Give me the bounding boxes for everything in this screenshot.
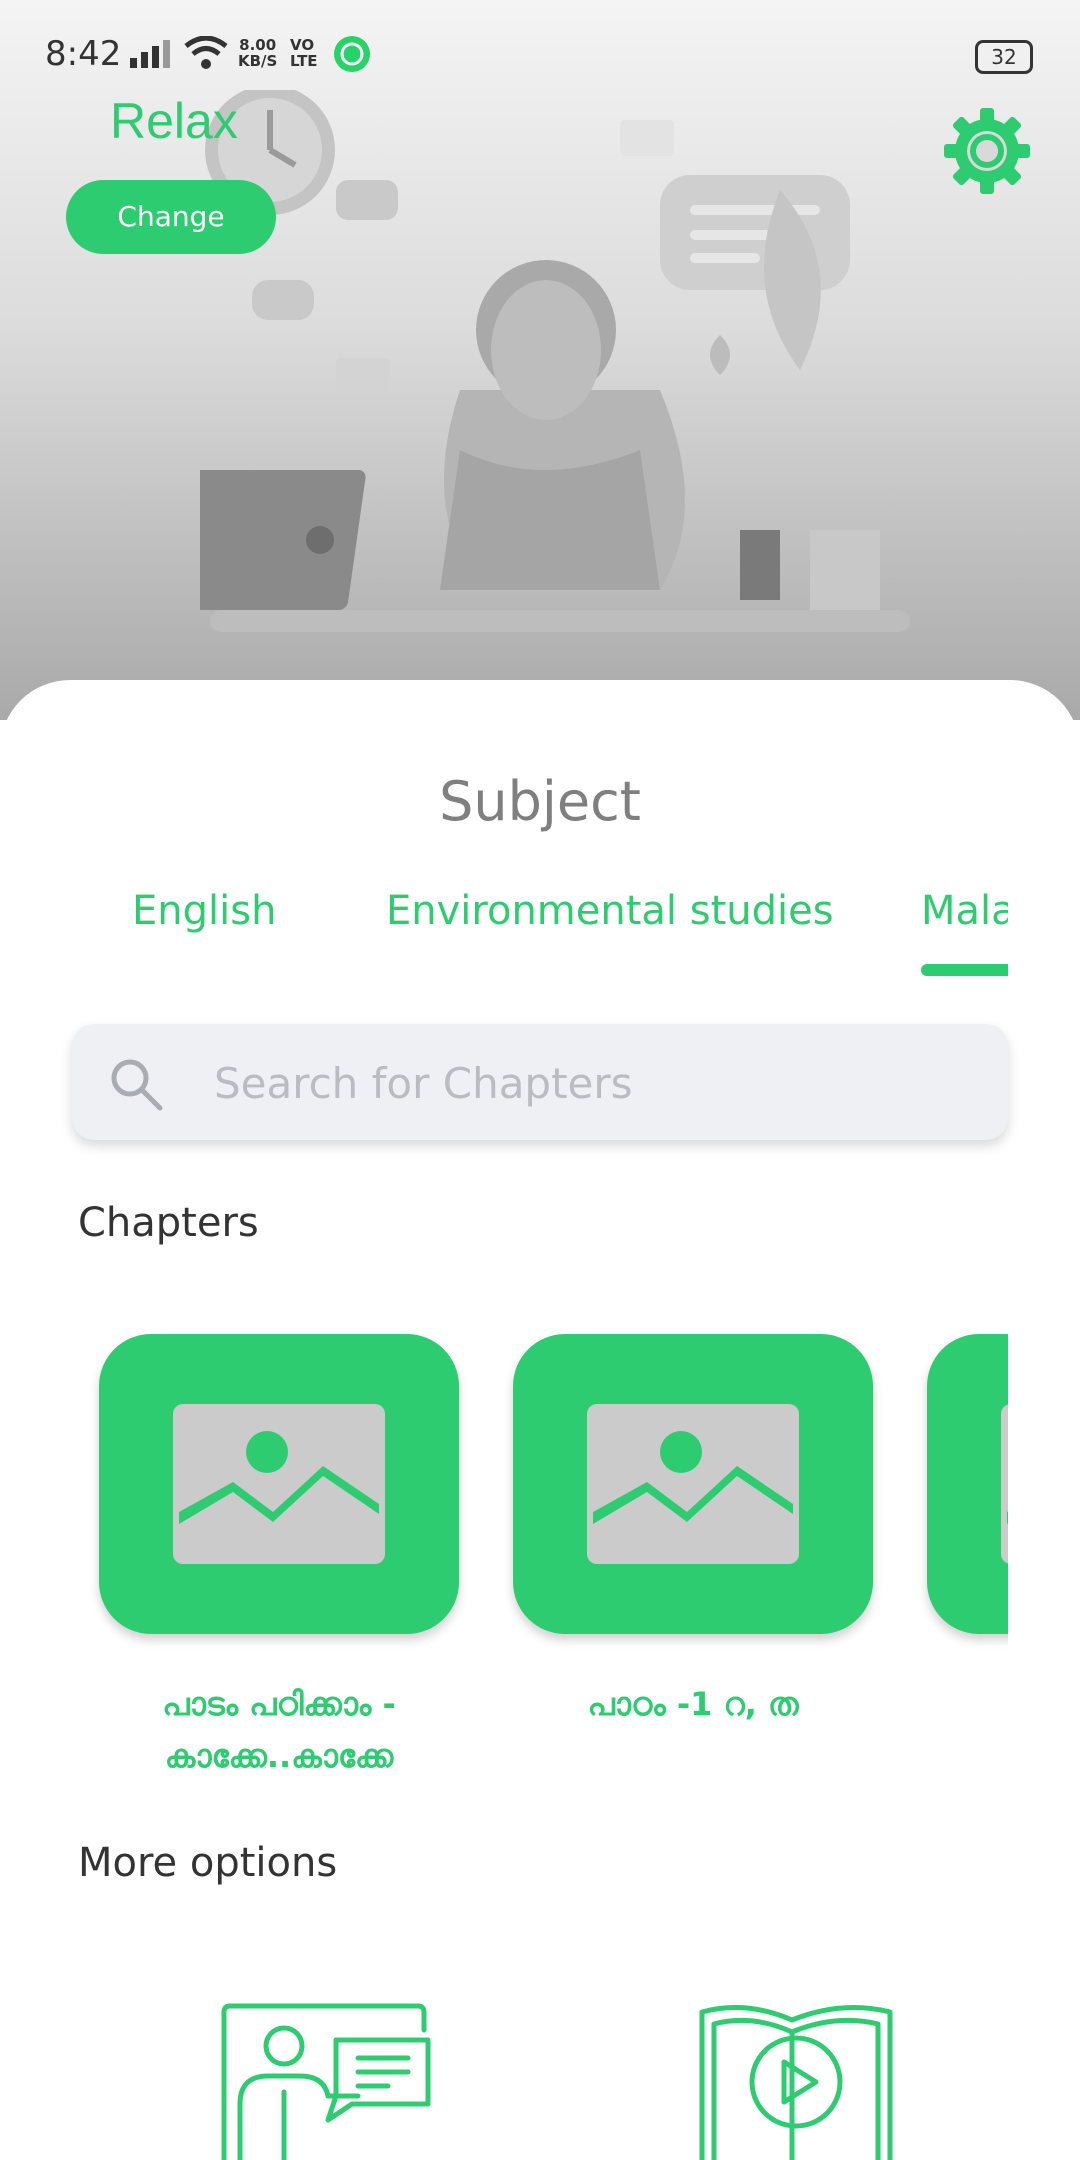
image-placeholder-icon bbox=[587, 1404, 799, 1564]
status-time: 8:42 bbox=[45, 34, 122, 74]
tab-english[interactable]: English bbox=[132, 888, 276, 934]
chapter-label: പാഠം -1 റ, ത bbox=[587, 1685, 799, 1723]
network-speed-value: 8.00 bbox=[239, 36, 277, 54]
settings-gear-icon[interactable] bbox=[944, 108, 1030, 194]
illustration-support-agent bbox=[200, 90, 910, 632]
chapter-card-2[interactable]: പാഠം -1 റ, ത bbox=[513, 1334, 873, 1730]
chapter-thumbnail bbox=[927, 1334, 1008, 1634]
chapters-title: Chapters bbox=[78, 1200, 259, 1246]
image-placeholder-icon bbox=[1001, 1404, 1008, 1564]
image-placeholder-icon bbox=[173, 1404, 385, 1564]
chapter-card-3[interactable]: പ bbox=[927, 1334, 1008, 1730]
change-button[interactable]: Change bbox=[66, 180, 276, 254]
chapter-label: പാടം പഠിക്കാം - കാക്കേ..കാക്കേ bbox=[162, 1685, 396, 1775]
more-options-title: More options bbox=[78, 1840, 338, 1886]
chapter-card-1[interactable]: പാടം പഠിക്കാം - കാക്കേ..കാക്കേ bbox=[99, 1334, 459, 1782]
network-speed-unit: KB/S bbox=[238, 52, 278, 70]
volte-indicator: VO LTE bbox=[290, 37, 318, 69]
tab-malayalam[interactable]: Mala bbox=[921, 888, 1008, 934]
chapter-thumbnail bbox=[99, 1334, 459, 1634]
tab-environmental-studies[interactable]: Environmental studies bbox=[386, 888, 834, 934]
search-bar bbox=[72, 1024, 1008, 1142]
network-speed: 8.00 KB/S bbox=[238, 37, 277, 69]
whatsapp-icon bbox=[334, 36, 370, 72]
teacher-icon[interactable] bbox=[218, 2000, 438, 2160]
chapter-label: പ bbox=[927, 1678, 1008, 1730]
volte-bottom: LTE bbox=[290, 52, 318, 70]
chapters-list: പാടം പഠിക്കാം - കാക്കേ..കാക്കേ പാഠം -1 റ… bbox=[72, 1310, 1008, 1810]
video-book-icon[interactable] bbox=[696, 2000, 896, 2160]
subject-tabs: English Environmental studies Mala bbox=[72, 880, 1008, 980]
battery-icon: 32 bbox=[975, 40, 1033, 74]
volte-top: VO bbox=[290, 36, 315, 54]
search-input[interactable] bbox=[212, 1024, 996, 1142]
signal-icon bbox=[130, 40, 170, 68]
mode-title: Relax bbox=[110, 93, 238, 149]
search-icon bbox=[111, 1059, 163, 1111]
subject-title: Subject bbox=[439, 770, 641, 833]
wifi-icon bbox=[184, 36, 228, 69]
chapter-thumbnail bbox=[513, 1334, 873, 1634]
selected-tab-indicator bbox=[921, 964, 1008, 976]
